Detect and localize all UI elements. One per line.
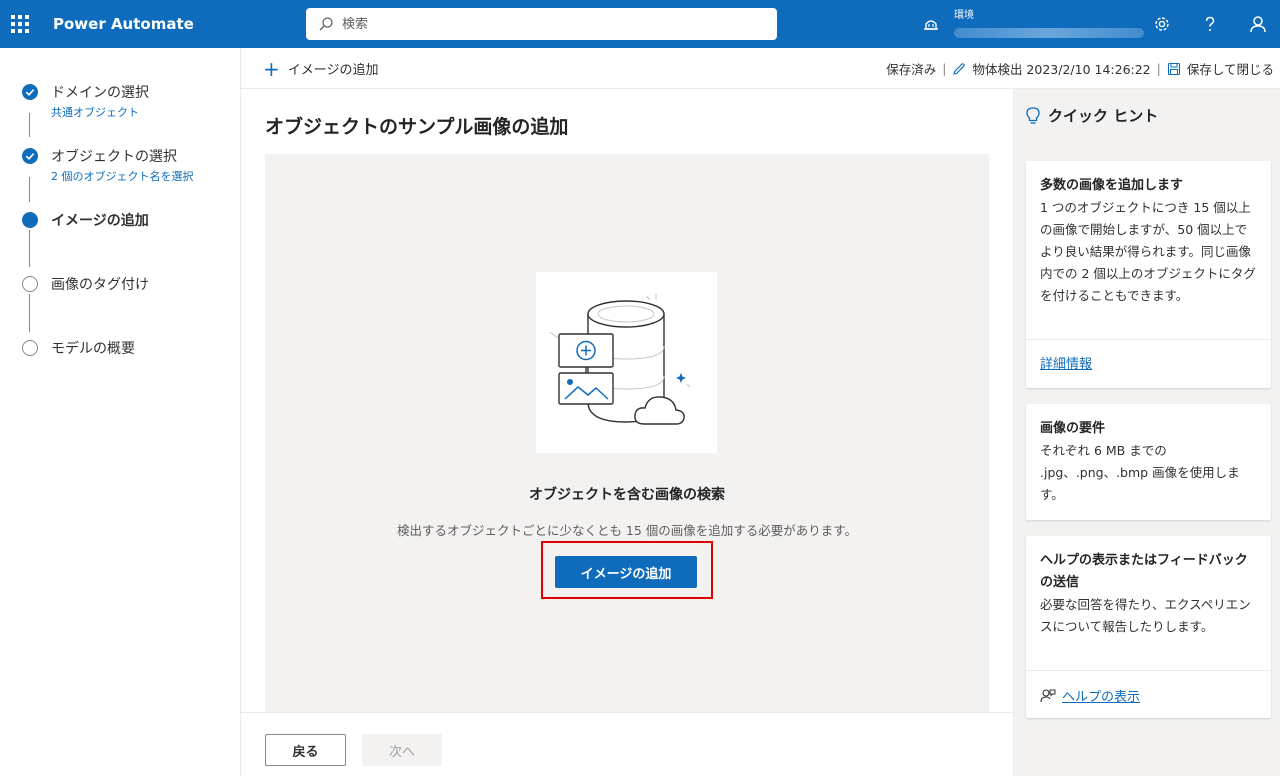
hint-card-many-images: 多数の画像を追加します 1 つのオブジェクトにつき 15 個以上の画像で開始しま… — [1026, 161, 1271, 388]
pencil-icon — [953, 62, 966, 75]
view-help-link[interactable]: ヘルプの表示 — [1040, 686, 1140, 705]
environment-name-redacted — [954, 28, 1144, 38]
view-help-link-label: ヘルプの表示 — [1062, 690, 1141, 705]
separator: | — [942, 61, 947, 76]
search-box[interactable] — [306, 8, 777, 40]
save-close-label: 保存して閉じる — [1186, 62, 1274, 77]
hint-card-image-requirements: 画像の要件 それぞれ 6 MB までの .jpg、.png、.bmp 画像を使用… — [1026, 404, 1271, 520]
step-done-icon — [22, 148, 38, 164]
step-title: 画像のタグ付け — [51, 277, 149, 293]
rename-model[interactable]: 物体検出 2023/2/10 14:26:22 — [952, 59, 1151, 78]
environment-icon — [918, 0, 944, 48]
add-image-command-label: イメージの追加 — [287, 63, 379, 78]
settings-icon[interactable] — [1142, 0, 1182, 48]
save-close-button[interactable]: 保存して閉じる — [1167, 59, 1274, 78]
plus-icon: + — [263, 56, 280, 81]
hint-card-body: 1 つのオブジェクトにつき 15 個以上の画像で開始しますが、50 個以上でより… — [1040, 200, 1256, 303]
image-drop-zone: オブジェクトを含む画像の検索 検出するオブジェクトごとに少なくとも 15 個の画… — [265, 154, 989, 712]
command-bar: + イメージの追加 保存済み | 物体検出 2023/2/10 14:26:22… — [241, 48, 1280, 89]
model-name: 物体検出 2023/2/10 14:26:22 — [972, 62, 1151, 77]
saved-label: 保存済み — [886, 62, 937, 77]
step-pending-icon — [22, 340, 38, 356]
step-title: オブジェクトの選択 — [51, 149, 177, 165]
separator: | — [1156, 61, 1161, 76]
step-subtitle: 2 個のオブジェクト名を選択 — [51, 170, 194, 183]
database-images-illustration — [536, 272, 717, 453]
step-done-icon — [22, 84, 38, 100]
wizard-steps: ドメインの選択 共通オブジェクト オブジェクトの選択 2 個のオブジェクト名を選… — [0, 48, 241, 776]
card-divider — [1026, 339, 1271, 340]
card-divider — [1026, 670, 1271, 671]
page-title: オブジェクトのサンプル画像の追加 — [265, 116, 569, 138]
quick-hints-panel: クイック ヒント 多数の画像を追加します 1 つのオブジェクトにつき 15 個以… — [1013, 89, 1280, 776]
quick-hints-title: クイック ヒント — [1026, 105, 1158, 126]
hint-card-title: 多数の画像を追加します — [1040, 178, 1184, 193]
hint-card-title: ヘルプの表示またはフィードバックの送信 — [1040, 553, 1248, 590]
app-title[interactable]: Power Automate — [53, 15, 194, 33]
hint-card-title: 画像の要件 — [1040, 421, 1106, 436]
save-icon — [1167, 62, 1180, 75]
step-subtitle: 共通オブジェクト — [51, 106, 139, 119]
hint-card-body: それぞれ 6 MB までの .jpg、.png、.bmp 画像を使用します。 — [1040, 443, 1240, 502]
step-connector — [29, 177, 30, 202]
environment-picker[interactable]: 環境 — [918, 0, 1144, 48]
step-current-icon — [22, 212, 38, 228]
environment-label: 環境 — [954, 10, 974, 21]
step-title: ドメインの選択 — [51, 85, 149, 101]
quick-hints-title-text: クイック ヒント — [1048, 107, 1159, 125]
step-connector — [29, 230, 30, 267]
step-title: イメージの追加 — [51, 213, 149, 229]
drop-zone-heading: オブジェクトを含む画像の検索 — [529, 487, 725, 503]
step-pending-icon — [22, 276, 38, 292]
help-icon[interactable] — [1190, 0, 1230, 48]
save-status: 保存済み | 物体検出 2023/2/10 14:26:22 | 保存して閉じる — [886, 48, 1274, 89]
learn-more-link[interactable]: 詳細情報 — [1040, 353, 1092, 372]
step-title: モデルの概要 — [51, 341, 135, 357]
search-input[interactable] — [342, 16, 742, 32]
help-chat-icon — [1040, 688, 1056, 702]
top-bar: Power Automate 環境 — [0, 0, 1280, 48]
search-icon — [319, 17, 333, 31]
step-connector — [29, 113, 30, 137]
add-image-button[interactable]: イメージの追加 — [555, 556, 697, 588]
waffle-icon[interactable] — [0, 0, 40, 48]
account-icon[interactable] — [1238, 0, 1278, 48]
back-button[interactable]: 戻る — [265, 734, 346, 766]
hint-card-body: 必要な回答を得たり、エクスペリエンスについて報告したりします。 — [1040, 597, 1251, 634]
add-image-command[interactable]: + イメージの追加 — [263, 48, 379, 89]
lightbulb-icon — [1026, 106, 1040, 124]
wizard-footer: 戻る 次へ — [241, 712, 1013, 776]
step-connector — [29, 294, 30, 332]
next-button: 次へ — [362, 734, 442, 766]
hint-card-help-feedback: ヘルプの表示またはフィードバックの送信 必要な回答を得たり、エクスペリエンスにつ… — [1026, 536, 1271, 718]
drop-zone-description: 検出するオブジェクトごとに少なくとも 15 個の画像を追加する必要があります。 — [396, 523, 858, 538]
